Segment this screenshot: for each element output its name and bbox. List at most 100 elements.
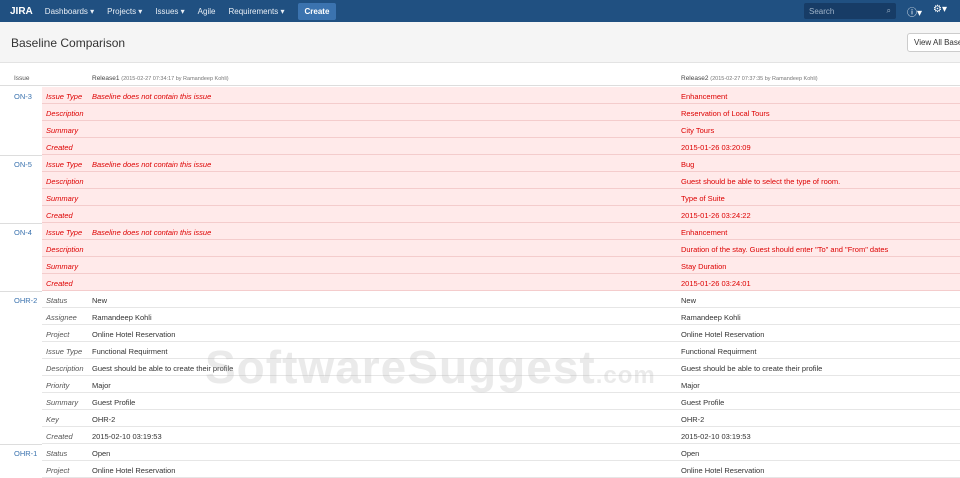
create-button[interactable]: Create [297,2,337,20]
nav-dashboards[interactable]: Dashboards ▾ [45,7,94,16]
release2-label: Release2 [681,75,709,82]
release2-value: Online Hotel Reservation [681,466,765,475]
field-name: Created [46,211,73,220]
release2-value: Guest Profile [681,398,725,407]
table-row: Key OHR-2 OHR-2 [0,410,960,427]
release1-value: Guest Profile [92,398,136,407]
field-name: Description [46,245,84,254]
field-name: Summary [46,398,79,407]
field-name: Issue Type [46,228,83,237]
release2-value: Stay Duration [681,262,727,271]
table-row: OHR-2 Status New New [0,291,960,308]
issue-link[interactable]: ON-5 [14,160,32,169]
table-row: Issue Type Functional Requirment Functiona… [0,342,960,359]
release2-value: Enhancement [681,92,728,101]
release1-value: 2015-02-10 03:19:53 [92,432,162,441]
field-name: Created [46,279,73,288]
table-row: Created 2015-01-26 03:24:01 [0,274,960,291]
col-release2: Release2 (2015-02-27 07:37:35 by Ramande… [681,75,818,82]
release2-value: Online Hotel Reservation [681,330,765,339]
field-name: Issue Type [46,92,83,101]
field-name: Description [46,109,84,118]
search-input[interactable]: Search ⌕ [804,3,896,19]
issue-link[interactable]: OHR-2 [14,296,37,305]
table-row: ON-5 Issue Type Baseline does not contain … [0,155,960,172]
table-row: Description Guest should be able to creat… [0,359,960,376]
field-name: Created [46,143,73,152]
release2-value: Enhancement [681,228,728,237]
field-name: Status [46,296,68,305]
field-name: Issue Type [46,160,83,169]
release1-value: Baseline does not contain this issue [92,228,212,237]
field-name: Status [46,449,68,458]
release2-value: City Tours [681,126,715,135]
release1-value: New [92,296,108,305]
table-row: Description Guest should be able to selec… [0,172,960,189]
field-name: Description [46,364,84,373]
release2-value: Open [681,449,700,458]
field-name: Priority [46,381,70,390]
field-name: Summary [46,126,79,135]
table-row: ON-3 Issue Type Baseline does not contain … [0,87,960,104]
release1-label: Release1 [92,75,120,82]
release1-meta: (2015-02-27 07:34:17 by Ramandeep Kohli) [121,76,229,82]
table-row: ON-4 Issue Type Baseline does not contain … [0,223,960,240]
release1-value: Open [92,449,111,458]
release2-value: Ramandeep Kohli [681,313,741,322]
nav-agile[interactable]: Agile [198,7,216,16]
release1-value: Online Hotel Reservation [92,466,176,475]
view-all-baselines-button[interactable]: View All Baselines [907,33,960,52]
table-row: Summary City Tours [0,121,960,138]
release2-value: OHR-2 [681,415,705,424]
release1-value: Functional Requirment [92,347,168,356]
col-issue: Issue [14,75,30,82]
field-name: Issue Type [46,347,83,356]
release2-value: 2015-01-26 03:24:22 [681,211,751,220]
field-name: Project [46,330,70,339]
release2-value: Major [681,381,700,390]
release1-value: Online Hotel Reservation [92,330,176,339]
release2-value: Type of Suite [681,194,725,203]
nav-issues[interactable]: Issues ▾ [155,7,184,16]
nav-requirements[interactable]: Requirements ▾ [228,7,284,16]
col-release1: Release1 (2015-02-27 07:34:17 by Ramande… [92,75,229,82]
table-row: Description Duration of the stay. Guest s… [0,240,960,257]
comparison-table: ON-3 Issue Type Baseline does not contain … [0,87,960,478]
release2-value: Reservation of Local Tours [681,109,770,118]
release1-value: Baseline does not contain this issue [92,160,212,169]
release1-value: Major [92,381,111,390]
release2-value: Bug [681,160,695,169]
release2-value: 2015-01-26 03:20:09 [681,143,751,152]
table-row: Created 2015-01-26 03:20:09 [0,138,960,155]
table-row: Summary Type of Suite [0,189,960,206]
help-icon[interactable]: ⓘ▾ [907,4,922,19]
issue-link[interactable]: OHR-1 [14,449,37,458]
search-icon: ⌕ [886,6,891,15]
table-header: Issue Release1 (2015-02-27 07:34:17 by R… [0,72,960,86]
release1-value: Baseline does not contain this issue [92,92,212,101]
table-row: Created 2015-02-10 03:19:53 2015-02-10 03:… [0,427,960,444]
table-row: Description Reservation of Local Tours [0,104,960,121]
table-row: Summary Guest Profile Guest Profile [0,393,960,410]
field-name: Description [46,177,84,186]
release2-value: New [681,296,697,305]
table-row: Created 2015-01-26 03:24:22 [0,206,960,223]
release1-value: Guest should be able to create their pro… [92,364,234,373]
issue-link[interactable]: ON-4 [14,228,32,237]
field-name: Created [46,432,73,441]
release2-value: Duration of the stay. Guest should enter… [681,245,889,254]
field-name: Summary [46,262,79,271]
gear-icon[interactable]: ⚙▾ [933,4,947,15]
issue-link[interactable]: ON-3 [14,92,32,101]
field-name: Project [46,466,70,475]
jira-logo[interactable]: JIRA [10,6,33,17]
release2-value: 2015-02-10 03:19:53 [681,432,751,441]
nav-projects[interactable]: Projects ▾ [107,7,142,16]
field-name: Key [46,415,59,424]
release2-value: Guest should be able to create their pro… [681,364,823,373]
table-row: Summary Stay Duration [0,257,960,274]
release2-value: Guest should be able to select the type … [681,177,841,186]
search-placeholder: Search [809,7,835,16]
release2-meta: (2015-02-27 07:37:35 by Ramandeep Kohli) [710,76,818,82]
page-title: Baseline Comparison [11,36,126,50]
